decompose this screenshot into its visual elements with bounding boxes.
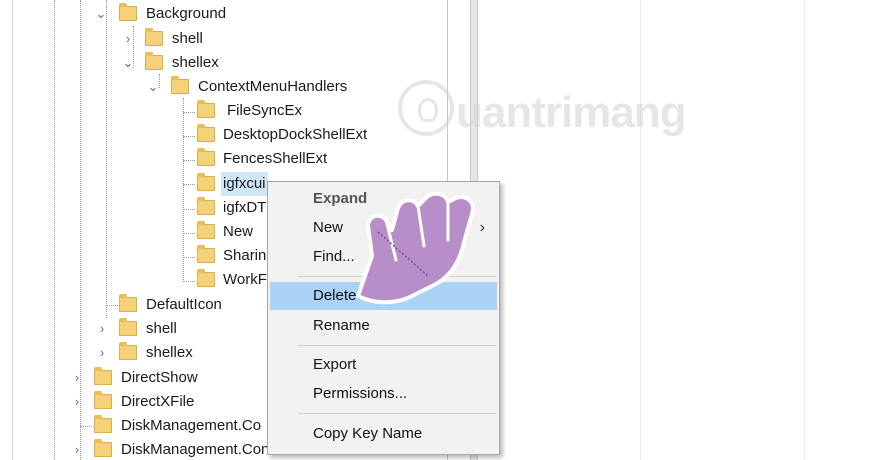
tree-node-label: DirectXFile	[121, 393, 195, 410]
pointing-hand-icon	[356, 191, 475, 305]
menu-item-label: Permissions...	[313, 385, 408, 402]
tree-node[interactable]: ⌄ Background	[0, 2, 440, 26]
tree-node-label: FileSyncEx	[227, 102, 303, 119]
folder-icon	[197, 269, 215, 287]
tree-node[interactable]: FencesShellExt	[0, 147, 440, 171]
tree-node-label: WorkF	[223, 271, 267, 288]
column-divider[interactable]	[804, 0, 805, 460]
tree-node-label: FencesShellExt	[223, 150, 328, 167]
chevron-down-icon[interactable]: ⌄	[146, 75, 160, 99]
tree-node-label: shellex	[172, 54, 219, 71]
chevron-right-icon[interactable]: ›	[70, 366, 84, 390]
tree-node-label: DirectShow	[121, 369, 198, 386]
tree-node-label: Sharin	[223, 247, 267, 264]
folder-icon	[119, 342, 137, 360]
menu-item-label: Copy Key Name	[313, 425, 423, 442]
tree-node[interactable]: › shell	[0, 27, 440, 51]
chevron-right-icon[interactable]: ›	[95, 341, 109, 365]
menu-item-label: Export	[313, 356, 357, 373]
menu-item-copy-key-name[interactable]: Copy Key Name	[270, 420, 497, 448]
folder-icon	[197, 124, 215, 142]
chevron-right-icon[interactable]: ›	[70, 438, 84, 460]
folder-icon	[119, 318, 137, 336]
chevron-down-icon[interactable]: ⌄	[121, 51, 135, 75]
lightbulb-icon	[398, 80, 454, 136]
tree-node-label: ContextMenuHandlers	[198, 78, 348, 95]
folder-icon	[197, 100, 215, 118]
menu-item-label: Rename	[313, 317, 370, 334]
folder-icon	[94, 439, 112, 457]
tree-node-label: shell	[146, 320, 177, 337]
tree-node-label: shell	[172, 30, 203, 47]
folder-icon	[145, 52, 163, 70]
values-pane	[478, 0, 870, 460]
chevron-right-icon[interactable]: ›	[95, 317, 109, 341]
menu-item-export[interactable]: Export	[270, 351, 497, 379]
tree-node-label: Background	[146, 5, 227, 22]
tree-node-label: New	[223, 223, 254, 240]
folder-icon	[119, 3, 137, 21]
menu-item-rename[interactable]: Rename	[270, 312, 497, 340]
folder-icon	[197, 197, 215, 215]
folder-icon	[119, 294, 137, 312]
tree-node-label: DesktopDockShellExt	[223, 126, 368, 143]
folder-icon	[94, 367, 112, 385]
chevron-right-icon[interactable]: ›	[70, 390, 84, 414]
tree-node-label: shellex	[146, 344, 193, 361]
tree-node[interactable]: ⌄ ContextMenuHandlers	[0, 75, 440, 99]
tree-node[interactable]: FileSyncEx	[0, 99, 440, 123]
folder-icon	[94, 391, 112, 409]
chevron-down-icon[interactable]: ⌄	[94, 2, 108, 26]
tree-node[interactable]: DesktopDockShellExt	[0, 123, 440, 147]
menu-separator	[298, 345, 496, 346]
column-divider[interactable]	[640, 0, 641, 460]
tree-node-label: DiskManagement.Co	[121, 417, 262, 434]
folder-icon	[171, 76, 189, 94]
folder-icon	[94, 415, 112, 433]
chevron-right-icon[interactable]: ›	[121, 27, 135, 51]
tree-node[interactable]: ⌄ shellex	[0, 51, 440, 75]
tree-node-label: igfxDT	[223, 199, 267, 216]
tree-node-label: DiskManagement.Control	[121, 441, 291, 458]
menu-item-permissions[interactable]: Permissions...	[270, 380, 497, 408]
folder-icon	[197, 173, 215, 191]
menu-separator	[298, 413, 496, 414]
folder-icon	[197, 245, 215, 263]
folder-icon	[197, 148, 215, 166]
folder-icon	[197, 221, 215, 239]
folder-icon	[145, 28, 163, 46]
tree-node-label: igfxcui	[221, 172, 268, 196]
watermark-text: uantrimang	[456, 88, 687, 137]
tree-node-label: DefaultIcon	[146, 296, 222, 313]
